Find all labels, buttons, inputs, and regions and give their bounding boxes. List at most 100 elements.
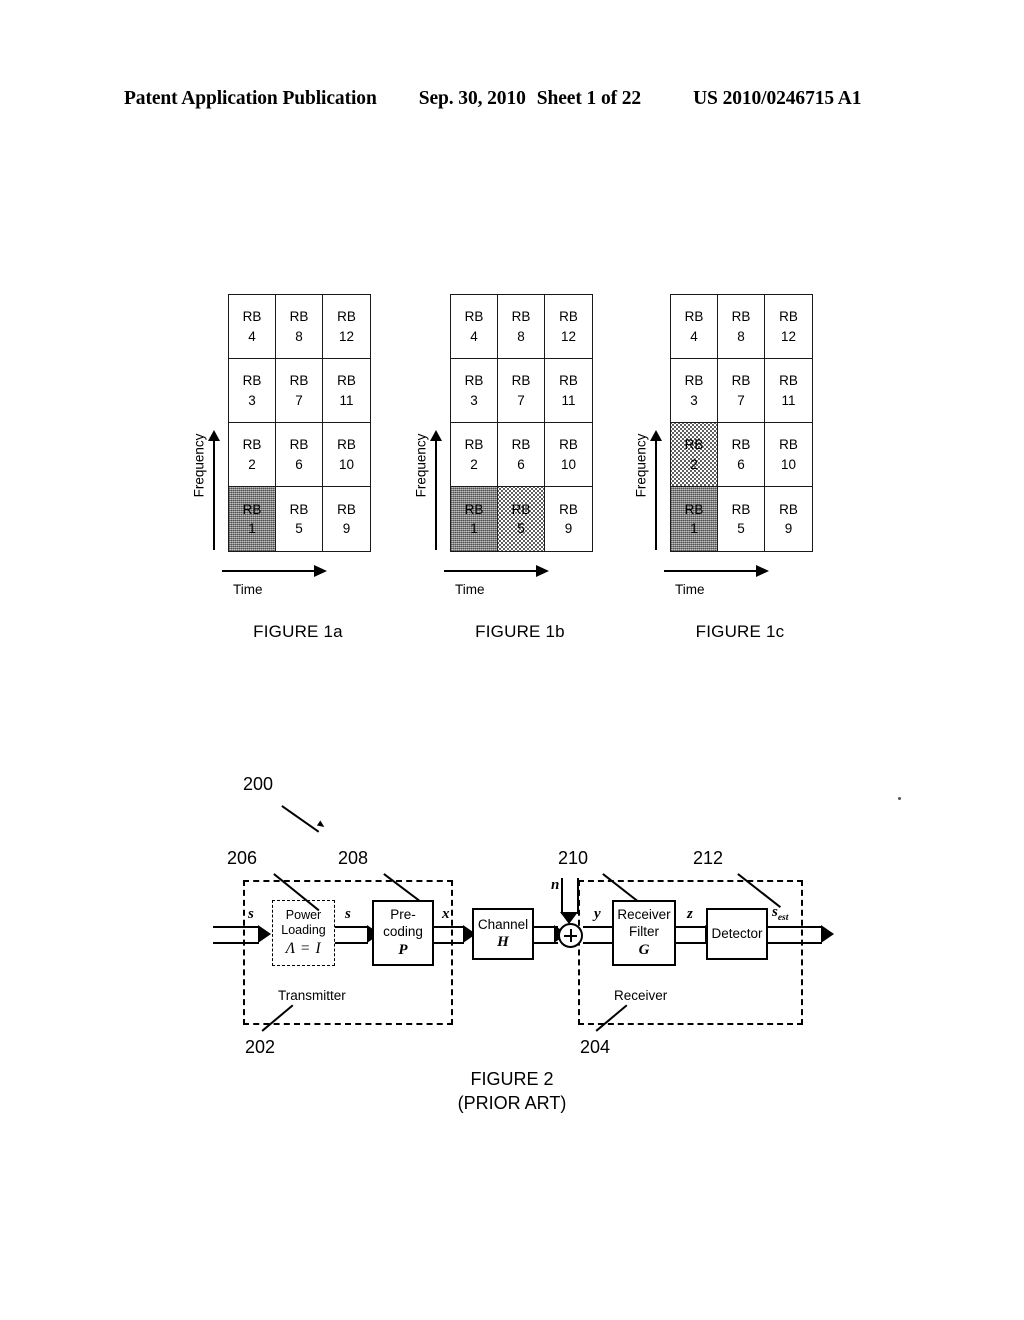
time-axis-1b: Time — [444, 562, 594, 612]
flow-arrow-output — [768, 925, 834, 944]
receiver-zone-label: Receiver — [614, 988, 668, 1003]
rb-number: 6 — [295, 456, 303, 472]
detector-line1: Detector — [711, 926, 763, 942]
frequency-axis-1b: Frequency — [404, 430, 448, 554]
plus-icon — [570, 929, 572, 942]
rb-number: 10 — [560, 456, 577, 472]
rb-prefix: RB — [731, 309, 751, 325]
rb-number: 2 — [248, 456, 256, 472]
power-loading-block-content: Power Loading Λ = I — [272, 900, 335, 966]
figure-1b: Frequency RB 4 RB 8 RB 12 RB 3 RB 7 RB 11 RB 2 … — [392, 262, 642, 672]
rb-prefix: RB — [779, 373, 798, 389]
figure-2-caption: FIGURE 2 (PRIOR ART) — [0, 1068, 1024, 1116]
rb-cell: RB 2 — [451, 423, 498, 487]
figure-1b-caption: FIGURE 1b — [475, 622, 565, 641]
rb-prefix: RB — [779, 309, 798, 325]
rb-number: 9 — [784, 521, 793, 536]
rb-cell: RB 10 — [323, 423, 370, 487]
rb-grid-1c: RB 4 RB 8 RB 12 RB 3 RB 7 RB 11 RB 2 RB 6 RB 10 R… — [670, 294, 813, 552]
rb-cell-highlighted: RB 2 — [671, 423, 718, 487]
rb-cell: RB 12 — [323, 295, 370, 359]
rb-prefix: RB — [684, 309, 704, 325]
rb-prefix: RB — [242, 437, 262, 453]
rb-cell: RB 7 — [718, 359, 765, 423]
precoding-symbol: P — [398, 941, 408, 958]
figure-1c-caption: FIGURE 1c — [695, 622, 785, 641]
rb-cell: RB 7 — [276, 359, 323, 423]
rb-number: 4 — [690, 328, 698, 344]
rb-prefix: RB — [731, 373, 751, 389]
rb-number: 3 — [690, 392, 698, 408]
rb-cell: RB 6 — [718, 423, 765, 487]
arrow-right-icon — [756, 564, 769, 577]
rb-prefix: RB — [731, 501, 751, 517]
arrow-right-icon — [314, 564, 327, 577]
rb-prefix: RB — [337, 373, 356, 389]
rb-number: 11 — [339, 392, 354, 408]
rb-prefix: RB — [337, 501, 356, 517]
rb-prefix: RB — [337, 437, 356, 453]
axis-line — [664, 570, 760, 572]
arrow-right-icon — [536, 564, 549, 577]
rb-number: 9 — [564, 521, 573, 536]
rb-cell: RB 12 — [765, 295, 812, 359]
rb-number: 7 — [737, 392, 745, 408]
rb-cell: RB 6 — [276, 423, 323, 487]
rb-number: 3 — [470, 392, 478, 408]
rb-cell: RB 11 — [765, 359, 812, 423]
rb-cell: RB 7 — [498, 359, 545, 423]
rb-cell: RB 10 — [765, 423, 812, 487]
rb-cell: RB 6 — [498, 423, 545, 487]
rb-number: 12 — [780, 328, 797, 344]
rb-prefix: RB — [242, 501, 262, 517]
rb-number: 5 — [517, 521, 525, 536]
publication-title: Patent Application Publication — [124, 88, 377, 109]
rb-cell: RB 2 — [229, 423, 276, 487]
ref-200: 200 — [243, 774, 274, 794]
sheet-number: Sheet 1 of 22 — [536, 88, 642, 109]
rb-number: 7 — [295, 392, 303, 408]
signal-label-s-est-sub: est — [777, 913, 789, 923]
rb-number: 10 — [780, 456, 797, 472]
rb-number: 11 — [781, 392, 796, 408]
axis-line — [435, 438, 437, 550]
publication-header: Patent Application Publication Sep. 30, … — [124, 88, 900, 110]
rb-prefix: RB — [779, 501, 798, 517]
rb-number: 11 — [561, 392, 576, 408]
rb-prefix: RB — [511, 437, 531, 453]
receiver-filter-block: Receiver Filter G — [612, 900, 676, 966]
ref-204: 204 — [580, 1037, 611, 1057]
rb-prefix: RB — [511, 501, 531, 517]
rb-cell: RB 3 — [229, 359, 276, 423]
noise-input-arrow — [560, 878, 583, 924]
publication-number: US 2010/0246715 A1 — [693, 88, 862, 109]
ref-202: 202 — [245, 1037, 276, 1057]
rb-prefix: RB — [559, 373, 578, 389]
rb-prefix: RB — [684, 373, 704, 389]
rb-number: 1 — [248, 521, 256, 536]
rb-grid-1a: RB 4 RB 8 RB 12 RB 3 RB 7 RB 11 RB 2 RB 6 RB 10 R… — [228, 294, 371, 552]
signal-label-s-input: s — [248, 906, 254, 922]
frequency-axis-label: Frequency — [191, 433, 207, 498]
figure-1a-caption: FIGURE 1a — [253, 622, 343, 641]
precoding-line2: coding — [383, 924, 423, 940]
power-loading-line2: Loading — [281, 923, 326, 938]
time-axis-label: Time — [455, 582, 485, 597]
channel-line1: Channel — [477, 916, 529, 932]
rb-cell: RB 5 — [276, 487, 323, 551]
ref-210: 210 — [558, 848, 589, 868]
rb-prefix: RB — [559, 501, 578, 517]
rb-cell: RB 12 — [545, 295, 592, 359]
rb-number: 9 — [342, 521, 351, 536]
ref-212: 212 — [693, 848, 724, 868]
channel-symbol: H — [497, 934, 509, 951]
rb-prefix: RB — [731, 437, 751, 453]
rb-number: 8 — [737, 328, 745, 344]
rb-cell: RB 4 — [229, 295, 276, 359]
scan-artifact — [898, 797, 901, 800]
frequency-axis-label: Frequency — [633, 433, 649, 498]
rb-number: 1 — [690, 521, 698, 536]
signal-label-s-est: sest — [772, 904, 788, 923]
figure-1-group: Frequency RB 4 RB 8 RB 12 RB 3 RB 7 RB 11 RB 2 … — [0, 262, 1024, 672]
leader-line-200 — [281, 805, 320, 833]
